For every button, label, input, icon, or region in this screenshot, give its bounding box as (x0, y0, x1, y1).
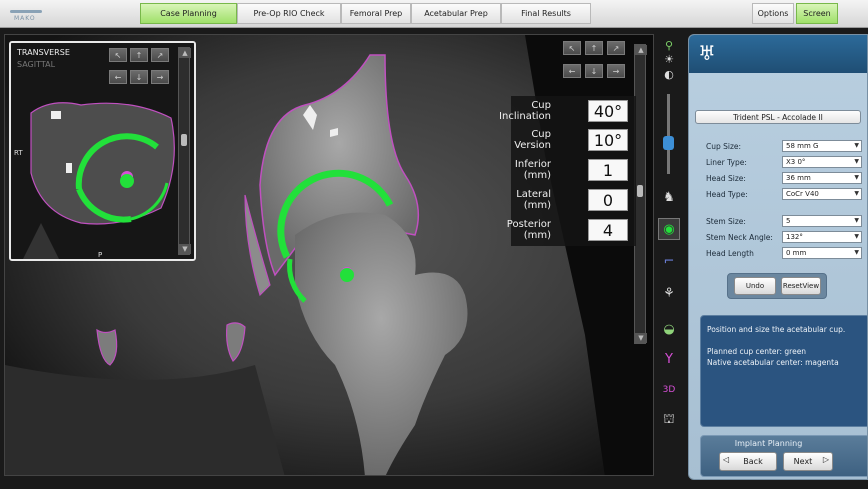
chevron-down-icon: ▼ (854, 233, 859, 240)
contrast-icon[interactable]: ◐ (658, 63, 680, 85)
tab-final-results[interactable]: Final Results (501, 3, 591, 24)
scroll-thumb[interactable] (637, 185, 643, 197)
top-navigation-bar: MAKO Case Planning Pre-Op RIO Check Femo… (0, 0, 868, 28)
stem-implant-icon[interactable]: ⌐ (658, 250, 680, 272)
cup-measurements-panel: Cup Inclination 40° Cup Version 10° Inferi… (499, 96, 636, 246)
inset-scroll-down-arrow[interactable]: ▼ (179, 244, 191, 254)
head-size-select[interactable]: 36 mm ▼ (782, 172, 862, 184)
tool-strip: ⚲ ☀ ◐ ♞ ◉ ⌐ ⚘ ◒ Y 3D ⛫ (655, 34, 683, 476)
next-button[interactable]: Next ▷ (783, 452, 833, 471)
tab-case-planning[interactable]: Case Planning (140, 3, 237, 24)
right-side-label: RT (14, 149, 23, 157)
inset-pan-down-button[interactable]: ↓ (130, 70, 148, 84)
pan-right-button[interactable]: → (607, 64, 625, 78)
inset-pan-up-right-button[interactable]: ↗ (151, 48, 169, 62)
implant-planning-title: Implant Planning (734, 439, 803, 448)
lateral-label: Lateral (mm) (516, 189, 551, 211)
posterior-orientation-label: P (98, 251, 103, 259)
pelvis-header-icon: ♅ (698, 41, 716, 65)
screen-button[interactable]: Screen (796, 3, 838, 24)
scroll-down-arrow[interactable]: ▼ (635, 333, 647, 343)
liner-type-label: Liner Type: (706, 158, 747, 167)
cup-size-select[interactable]: 58 mm G ▼ (782, 140, 862, 152)
pan-up-right-button[interactable]: ↗ (607, 41, 625, 55)
head-length-label: Head Length (706, 249, 754, 258)
chevron-right-icon: ▷ (822, 455, 829, 464)
component-view-icon[interactable]: ⚘ (658, 282, 680, 304)
back-button[interactable]: ◁ Back (719, 452, 777, 471)
posterior-value: 4 (588, 219, 628, 241)
instruction-box: Position and size the acetabular cup. Pl… (700, 315, 867, 427)
native-center-legend: Native acetabular center: magenta (707, 358, 839, 367)
head-size-label: Head Size: (706, 174, 746, 183)
chevron-down-icon: ▼ (854, 217, 859, 224)
pan-left-button[interactable]: ← (563, 64, 581, 78)
head-type-select[interactable]: CoCr V40 ▼ (782, 188, 862, 200)
lateral-value: 0 (588, 189, 628, 211)
inset-pan-up-button[interactable]: ↑ (130, 48, 148, 62)
implant-planning-nav: Implant Planning ◁ Back Next ▷ (700, 435, 867, 477)
implant-planning-panel: ♅ Trident PSL - Accolade II Cup Size: 58… (688, 34, 868, 480)
stem-size-label: Stem Size: (706, 217, 746, 226)
inset-pan-left-button[interactable]: ← (109, 70, 127, 84)
inferior-value: 1 (588, 159, 628, 181)
tab-femoral-prep[interactable]: Femoral Prep (341, 3, 411, 24)
transverse-inset-view[interactable]: TRANSVERSE SAGITTAL RT P ↖ ↑ ↗ ← ↓ → ▲ ▼ (9, 41, 196, 261)
implant-system-selector[interactable]: Trident PSL - Accolade II (695, 110, 861, 124)
sagittal-view-label[interactable]: SAGITTAL (17, 60, 55, 69)
chevron-down-icon: ▼ (854, 190, 859, 197)
inset-pan-up-left-button[interactable]: ↖ (109, 48, 127, 62)
undo-button[interactable]: Undo (734, 277, 776, 295)
planned-center-legend: Planned cup center: green (707, 347, 807, 356)
logo-text: MAKO (14, 15, 36, 22)
cup-placement-icon[interactable]: ◒ (658, 318, 680, 340)
stem-size-select[interactable]: 5 ▼ (782, 215, 862, 227)
inset-pan-right-button[interactable]: → (151, 70, 169, 84)
scroll-up-arrow[interactable]: ▲ (635, 45, 647, 55)
3d-view-icon[interactable]: 3D (658, 379, 680, 401)
inset-scroll-thumb[interactable] (181, 134, 187, 146)
pelvis-model-icon[interactable]: ♞ (658, 186, 680, 208)
inset-scrollbar[interactable]: ▲ ▼ (178, 47, 191, 255)
inferior-label: Inferior (mm) (514, 159, 551, 181)
cup-size-label: Cup Size: (706, 142, 742, 151)
tab-acetabular-prep[interactable]: Acetabular Prep (411, 3, 501, 24)
cup-version-label: Cup Version (514, 129, 551, 151)
pan-up-left-button[interactable]: ↖ (563, 41, 581, 55)
options-button[interactable]: Options (752, 3, 794, 24)
mako-logo: MAKO (6, 5, 46, 23)
stem-neck-angle-label: Stem Neck Angle: (706, 233, 773, 242)
stem-neck-angle-select[interactable]: 132° ▼ (782, 231, 862, 243)
window-level-thumb[interactable] (663, 136, 674, 150)
window-level-slider[interactable] (663, 94, 674, 174)
pan-up-button[interactable]: ↑ (585, 41, 603, 55)
inset-scroll-up-arrow[interactable]: ▲ (179, 48, 191, 58)
tab-pre-op-rio-check[interactable]: Pre-Op RIO Check (237, 3, 341, 24)
head-type-label: Head Type: (706, 190, 748, 199)
panel-header: ♅ (689, 35, 867, 73)
cup-inclination-label: Cup Inclination (499, 100, 551, 122)
chevron-down-icon: ▼ (854, 158, 859, 165)
femur-model-icon[interactable]: Y (658, 348, 680, 370)
cup-implant-icon[interactable]: ◉ (658, 218, 680, 240)
cup-inclination-value: 40° (588, 100, 628, 122)
cup-version-value: 10° (588, 129, 628, 151)
head-length-select[interactable]: 0 mm ▼ (782, 247, 862, 259)
reset-view-button[interactable]: Reset View (781, 277, 821, 295)
pan-down-button[interactable]: ↓ (585, 64, 603, 78)
liner-type-select[interactable]: X3 0° ▼ (782, 156, 862, 168)
ap-view-icon[interactable]: ⛫ (658, 409, 680, 431)
chevron-down-icon: ▼ (854, 249, 859, 256)
posterior-label: Posterior (mm) (506, 219, 551, 241)
chevron-left-icon: ◁ (723, 455, 730, 464)
chevron-down-icon: ▼ (854, 174, 859, 181)
transverse-view-label[interactable]: TRANSVERSE (17, 48, 70, 57)
chevron-down-icon: ▼ (854, 142, 859, 149)
instruction-text: Position and size the acetabular cup. (707, 325, 846, 334)
